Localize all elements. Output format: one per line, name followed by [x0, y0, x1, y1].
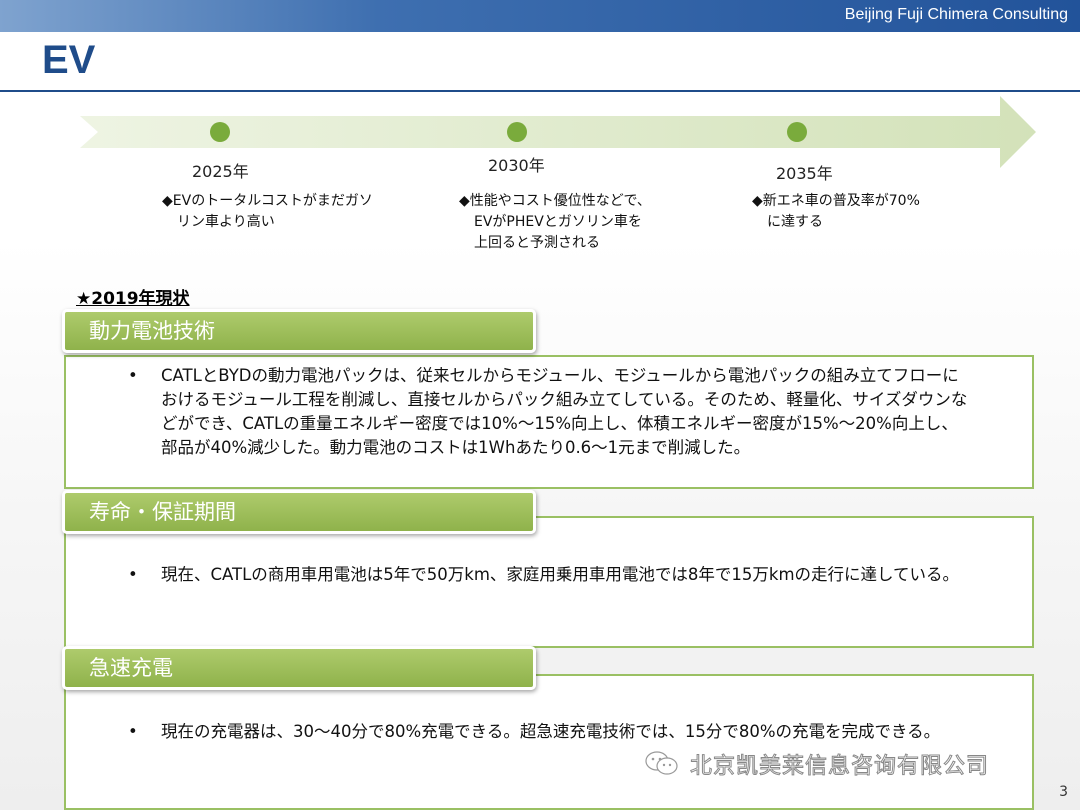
note-line: ◆性能やコスト優位性などで、: [459, 193, 651, 209]
timeline-year: 2025年: [192, 162, 249, 181]
section-tab-battery-tech: 動力電池技術: [62, 309, 536, 353]
timeline-dot-2030: [507, 122, 527, 142]
bullet-mark: •: [128, 722, 138, 741]
bullet-text: 現在の充電器は、30～40分で80%充電できる。超急速充電技術では、15分で80…: [161, 722, 941, 741]
status-heading: ★2019年現状: [76, 289, 190, 309]
header-bar: Beijing Fuji Chimera Consulting: [0, 0, 1080, 32]
timeline-note-2035: ◆新エネ車の普及率が70% に達する: [752, 191, 920, 233]
wechat-icon: [645, 751, 678, 775]
section-tab-fast-charging: 急速充電: [62, 646, 536, 690]
note-line: ◆新エネ車の普及率が70%: [752, 193, 920, 209]
company-name: Beijing Fuji Chimera Consulting: [844, 6, 1068, 23]
section-tab-lifetime: 寿命・保証期間: [62, 490, 536, 534]
note-line: ◆EVのトータルコストがまだガソ: [162, 193, 373, 209]
note-line: リン車より高い: [177, 214, 275, 230]
timeline-note-2030: ◆性能やコスト優位性などで、 EVがPHEVとガソリン車を 上回ると予測される: [459, 191, 651, 254]
timeline-dot-2035: [787, 122, 807, 142]
timeline-year: 2035年: [776, 164, 833, 183]
note-line: に達する: [767, 214, 823, 230]
bullet-mark: •: [128, 366, 138, 385]
timeline-note-2025: ◆EVのトータルコストがまだガソ リン車より高い: [162, 191, 373, 233]
note-line: 上回ると予測される: [474, 235, 600, 251]
timeline-dot-2025: [210, 122, 230, 142]
timeline-year: 2030年: [488, 156, 545, 175]
watermark-text: 北京凯美莱信息咨询有限公司: [689, 754, 990, 780]
bullet-text: 現在、CATLの商用車用電池は5年で50万km、家庭用乗用車用電池では8年で15…: [161, 565, 960, 584]
bullet-mark: •: [128, 565, 138, 584]
page-title: EV: [42, 38, 96, 82]
title-divider: [0, 90, 1080, 92]
bullet-text: CATLとBYDの動力電池パックは、従来セルからモジュール、モジュールから電池パ…: [161, 366, 968, 457]
note-line: EVがPHEVとガソリン車を: [474, 214, 642, 230]
page-number: 3: [1059, 784, 1068, 800]
